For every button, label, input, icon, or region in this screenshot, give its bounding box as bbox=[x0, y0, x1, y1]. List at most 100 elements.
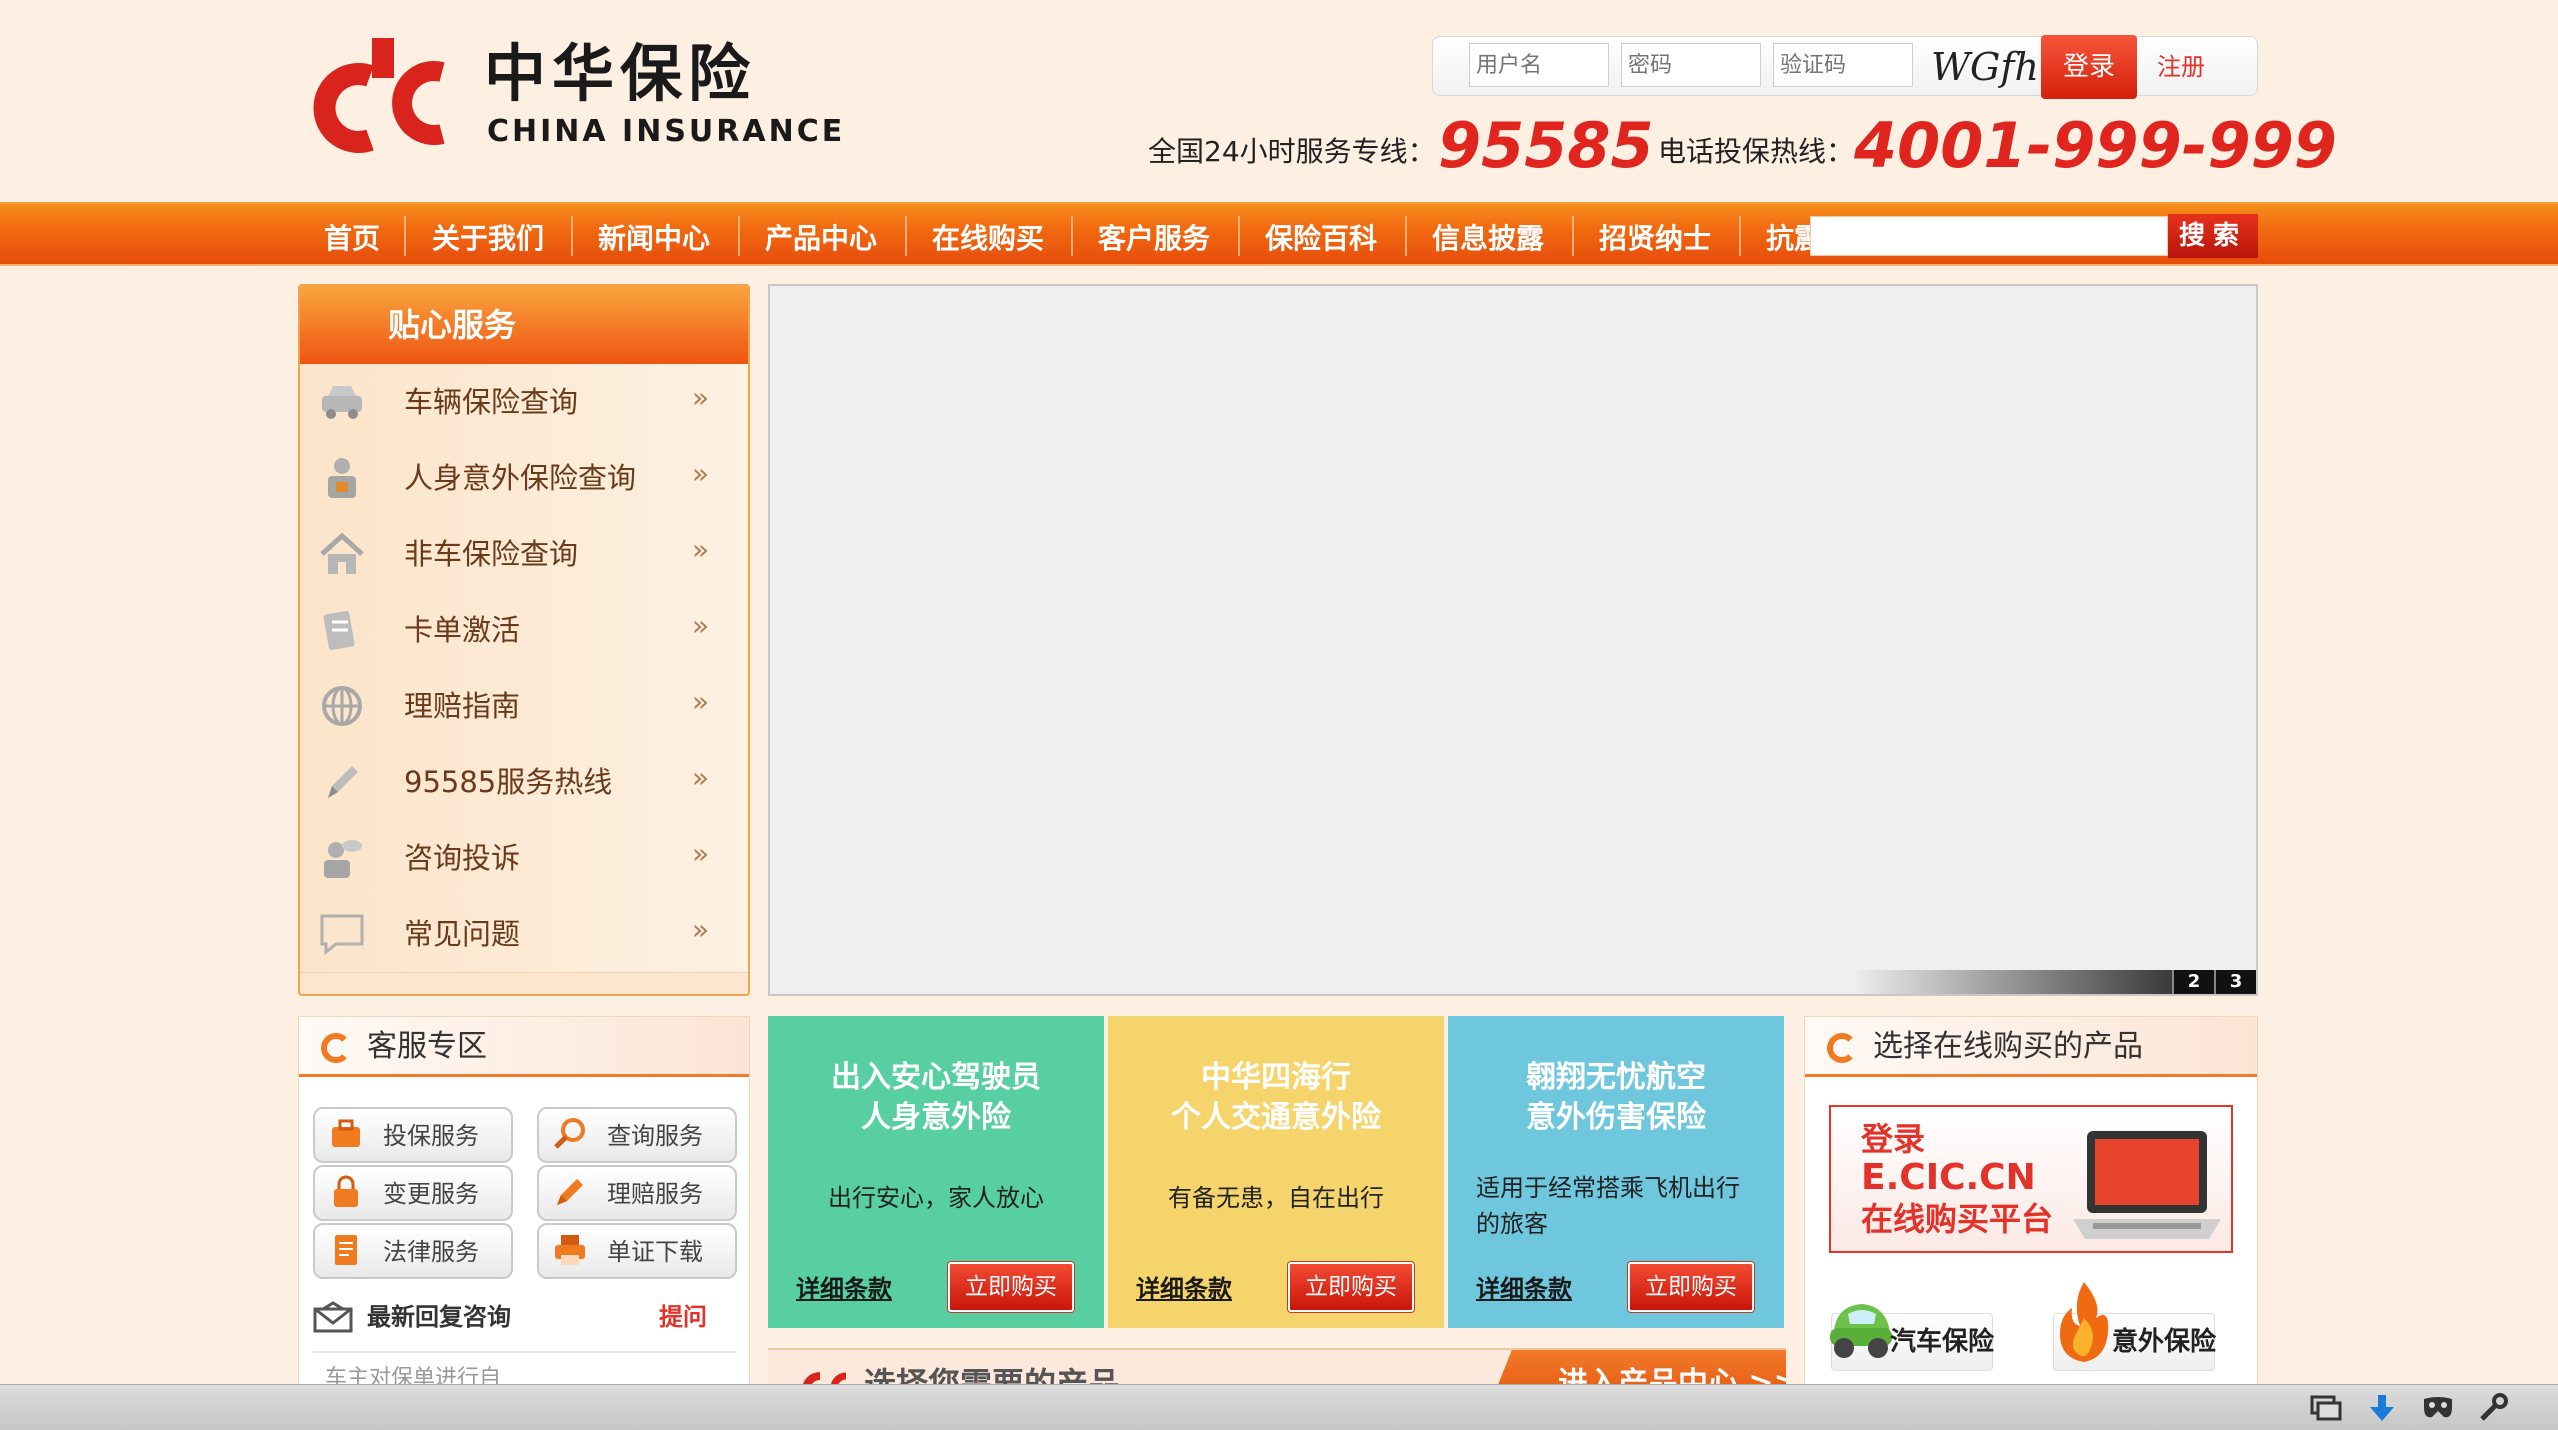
register-link[interactable]: 注册 bbox=[2157, 49, 2205, 85]
window-switch-icon[interactable] bbox=[2310, 1393, 2342, 1423]
brand-c-icon bbox=[1827, 1033, 1857, 1063]
envelope-icon bbox=[313, 1301, 353, 1333]
sidebar-item-label: 理赔指南 bbox=[404, 689, 521, 723]
document-icon bbox=[335, 1235, 357, 1265]
toolbox-icon bbox=[332, 1119, 360, 1147]
banner-slideshow[interactable]: 2 3 bbox=[768, 284, 2258, 996]
terms-detail-link[interactable]: 详细条款 bbox=[796, 1272, 892, 1306]
sidebar-item-faq[interactable]: 常见问题 » bbox=[300, 896, 748, 973]
terms-detail-link[interactable]: 详细条款 bbox=[1136, 1272, 1232, 1306]
banner-pager-track bbox=[1852, 970, 2172, 994]
sidebar-item-non-vehicle-query[interactable]: 非车保险查询 » bbox=[300, 516, 748, 593]
nav-separator bbox=[571, 216, 573, 256]
card-description: 有备无患，自在出行 bbox=[1168, 1184, 1384, 1212]
card-description: 适用于经常搭乘飞机出行 bbox=[1476, 1174, 1740, 1202]
main-nav: 首页 关于我们 新闻中心 产品中心 在线购买 客户服务 保险百科 信息披露 招贤… bbox=[0, 202, 2558, 266]
sidebar-item-personal-accident-query[interactable]: 人身意外保险查询 » bbox=[300, 440, 748, 517]
service-button-label: 查询服务 bbox=[607, 1122, 703, 1150]
customer-service-header: 客服专区 bbox=[299, 1017, 749, 1077]
sidebar-item-vehicle-query[interactable]: 车辆保险查询 » bbox=[300, 364, 748, 441]
double-chevron-right-icon: » bbox=[692, 381, 710, 414]
card-icon bbox=[323, 611, 355, 651]
hotline-info: 全国24小时服务专线： 95585 电话投保热线： 4001-999-999 bbox=[1148, 108, 2337, 182]
buy-now-button[interactable]: 立即购买 bbox=[1288, 1262, 1414, 1312]
wrench-icon[interactable] bbox=[2478, 1393, 2510, 1423]
latest-reply-title: 最新回复咨询 bbox=[367, 1303, 511, 1331]
site-header: 中华保险 CHINA INSURANCE WGfhm 登录 注册 全国24小时服… bbox=[0, 0, 2558, 202]
brand-name-cn: 中华保险 bbox=[484, 37, 757, 110]
username-input[interactable] bbox=[1469, 43, 1609, 87]
login-button[interactable]: 登录 bbox=[2041, 35, 2137, 99]
site-search-button[interactable]: 搜索 bbox=[2168, 214, 2258, 258]
sidebar-item-hotline[interactable]: 95585服务热线 » bbox=[300, 744, 748, 821]
product-card-traffic-accident: 中华四海行 个人交通意外险 有备无患，自在出行 详细条款 立即购买 bbox=[1108, 1016, 1444, 1328]
accident-insurance-link[interactable]: 意外保险 bbox=[2053, 1282, 2217, 1371]
login-bar: WGfhm 登录 注册 bbox=[1432, 35, 2258, 99]
double-chevron-right-icon: » bbox=[692, 685, 710, 718]
nav-separator bbox=[1572, 216, 1574, 256]
sidebar-item-label: 常见问题 bbox=[404, 917, 521, 951]
car-icon bbox=[322, 386, 362, 419]
nav-item-about[interactable]: 关于我们 bbox=[432, 204, 544, 264]
card-description-line-2: 的旅客 bbox=[1476, 1210, 1548, 1238]
card-title-line-1: 翱翔无忧航空 bbox=[1526, 1060, 1706, 1095]
nav-item-encyclopedia[interactable]: 保险百科 bbox=[1265, 204, 1377, 264]
ecic-login-text: 登录 bbox=[1861, 1120, 1926, 1158]
sidebar-item-complaints[interactable]: 咨询投诉 » bbox=[300, 820, 748, 897]
download-arrow-icon[interactable] bbox=[2366, 1393, 2398, 1423]
legal-service-button[interactable]: 法律服务 bbox=[313, 1223, 513, 1279]
consult-icon bbox=[324, 840, 362, 878]
ask-question-link[interactable]: 提问 bbox=[659, 1299, 707, 1335]
captcha-input[interactable] bbox=[1773, 43, 1913, 87]
phone-hotline-number: 4001-999-999 bbox=[1854, 109, 2337, 182]
site-logo[interactable]: 中华保险 CHINA INSURANCE bbox=[312, 36, 842, 156]
nav-item-careers[interactable]: 招贤纳士 bbox=[1599, 204, 1711, 264]
buy-now-button[interactable]: 立即购买 bbox=[1628, 1262, 1754, 1312]
printer-icon bbox=[555, 1235, 585, 1265]
care-service-title: 贴心服务 bbox=[388, 306, 517, 344]
nav-item-home[interactable]: 首页 bbox=[324, 204, 380, 264]
house-icon bbox=[320, 532, 364, 574]
double-chevron-right-icon: » bbox=[692, 913, 710, 946]
card-title-line-1: 出入安心驾驶员 bbox=[831, 1060, 1041, 1095]
ecic-platform-banner[interactable]: 登录 E.CIC.CN 在线购买平台 bbox=[1829, 1105, 2233, 1253]
claims-service-button[interactable]: 理赔服务 bbox=[537, 1165, 737, 1221]
sidebar-item-card-activation[interactable]: 卡单激活 » bbox=[300, 592, 748, 669]
divider bbox=[313, 1351, 737, 1353]
pen-icon bbox=[328, 766, 358, 798]
terms-detail-link[interactable]: 详细条款 bbox=[1476, 1272, 1572, 1306]
nav-separator bbox=[738, 216, 740, 256]
mask-icon[interactable] bbox=[2422, 1393, 2454, 1423]
accident-insurance-label: 意外保险 bbox=[2112, 1327, 2217, 1357]
change-service-button[interactable]: 变更服务 bbox=[313, 1165, 513, 1221]
globe-icon bbox=[322, 686, 362, 726]
lock-icon bbox=[334, 1175, 358, 1207]
product-card-aviation-accident: 翱翔无忧航空 意外伤害保险 适用于经常搭乘飞机出行 的旅客 详细条款 立即购买 bbox=[1448, 1016, 1784, 1328]
browser-status-bar bbox=[0, 1384, 2558, 1430]
care-service-header: 贴心服务 bbox=[300, 286, 748, 364]
service-button-label: 变更服务 bbox=[383, 1180, 479, 1208]
query-service-button[interactable]: 查询服务 bbox=[537, 1107, 737, 1163]
banner-page-2[interactable]: 2 bbox=[2172, 970, 2214, 994]
nav-item-news[interactable]: 新闻中心 bbox=[598, 204, 710, 264]
nav-separator bbox=[404, 216, 406, 256]
sidebar-item-label: 咨询投诉 bbox=[404, 841, 521, 875]
sidebar-item-claims-guide[interactable]: 理赔指南 » bbox=[300, 668, 748, 745]
flame-icon bbox=[2060, 1282, 2109, 1362]
nav-item-online-buy[interactable]: 在线购买 bbox=[932, 204, 1044, 264]
document-download-button[interactable]: 单证下载 bbox=[537, 1223, 737, 1279]
phone-hotline-label: 电话投保热线： bbox=[1658, 135, 1855, 168]
service-button-label: 法律服务 bbox=[383, 1238, 479, 1266]
site-search-input[interactable] bbox=[1810, 216, 2168, 256]
insure-service-button[interactable]: 投保服务 bbox=[313, 1107, 513, 1163]
nav-item-disclosure[interactable]: 信息披露 bbox=[1432, 204, 1544, 264]
car-insurance-link[interactable]: 汽车保险 bbox=[1830, 1304, 1994, 1371]
banner-page-3[interactable]: 3 bbox=[2214, 970, 2256, 994]
sidebar-item-label: 非车保险查询 bbox=[404, 537, 579, 571]
password-input[interactable] bbox=[1621, 43, 1761, 87]
nav-item-customer-service[interactable]: 客户服务 bbox=[1098, 204, 1210, 264]
double-chevron-right-icon: » bbox=[692, 837, 710, 870]
nav-item-products[interactable]: 产品中心 bbox=[765, 204, 877, 264]
service-button-label: 理赔服务 bbox=[607, 1180, 703, 1208]
buy-now-button[interactable]: 立即购买 bbox=[948, 1262, 1074, 1312]
